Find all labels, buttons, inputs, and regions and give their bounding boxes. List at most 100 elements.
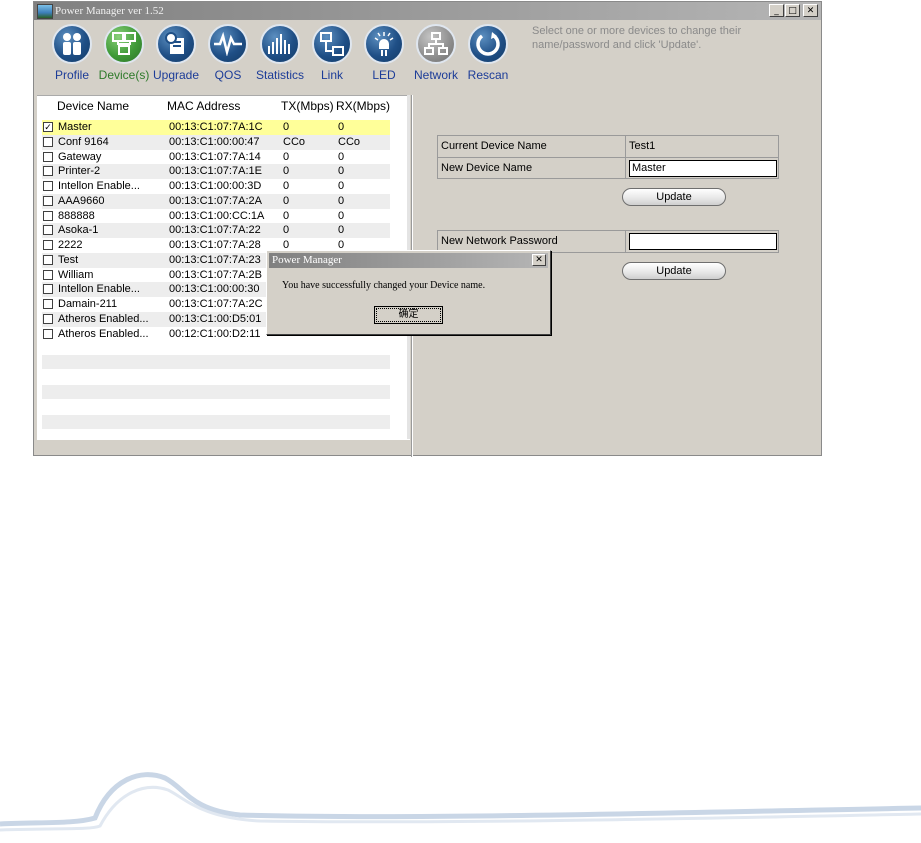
- device-checkbox[interactable]: [43, 328, 53, 339]
- device-checkbox[interactable]: [43, 313, 53, 324]
- device-row[interactable]: Gateway 00:13:C1:07:7A:14 0 0: [42, 150, 390, 165]
- profile-icon: [52, 24, 92, 64]
- device-name-cell: Atheros Enabled...: [58, 312, 149, 325]
- update-device-name-button[interactable]: Update: [622, 188, 726, 206]
- toolbar-label: QOS: [214, 68, 242, 82]
- device-checkbox[interactable]: [43, 151, 53, 162]
- power-manager-window: Power Manager ver 1.52 _ □ ✕ Profile Dev…: [33, 1, 822, 457]
- new-network-password-label: New Network Password: [441, 235, 558, 247]
- device-checkbox[interactable]: [43, 269, 53, 280]
- column-divider: [625, 231, 626, 252]
- mac-address-cell: 00:12:C1:00:D2:11: [169, 327, 261, 340]
- column-divider: [625, 158, 626, 179]
- maximize-button[interactable]: □: [785, 4, 800, 17]
- mac-address-cell: 00:13:C1:00:00:47: [169, 135, 260, 148]
- device-checkbox[interactable]: [43, 181, 53, 191]
- empty-row: [42, 385, 390, 399]
- close-button[interactable]: ✕: [803, 4, 818, 17]
- tx-cell: CCo: [283, 135, 306, 148]
- column-header-mac-address[interactable]: MAC Address: [167, 99, 240, 113]
- network-icon: [416, 24, 456, 64]
- column-header-tx[interactable]: TX(Mbps): [281, 99, 334, 113]
- device-name-cell: William: [58, 268, 94, 281]
- toolbar-led[interactable]: LED: [358, 24, 410, 92]
- device-name-cell: Asoka-1: [58, 224, 99, 237]
- toolbar-label: Statistics: [255, 68, 304, 82]
- toolbar-devices[interactable]: Device(s): [98, 24, 150, 92]
- new-device-name-label: New Device Name: [441, 162, 533, 174]
- device-name-cell: Conf 9164: [58, 135, 109, 148]
- device-row[interactable]: AAA9660 00:13:C1:07:7A:2A 0 0: [42, 193, 390, 209]
- device-row[interactable]: Asoka-1 00:13:C1:07:7A:22 0 0: [42, 223, 390, 238]
- device-checkbox[interactable]: [43, 210, 53, 221]
- device-name-cell: Damain-211: [58, 298, 118, 310]
- current-device-name-label: Current Device Name: [441, 140, 547, 152]
- device-name-cell: 2222: [58, 239, 83, 251]
- toolbar-label: Network: [413, 68, 458, 82]
- rx-cell: 0: [338, 165, 345, 178]
- device-checkbox[interactable]: ✓: [43, 122, 53, 132]
- empty-row: [42, 355, 390, 369]
- update-password-button[interactable]: Update: [622, 262, 726, 280]
- mac-address-cell: 00:13:C1:00:D5:01: [169, 312, 262, 325]
- current-device-name-row: Current Device Name Test1: [438, 136, 778, 157]
- rx-cell: 0: [338, 209, 345, 222]
- device-checkbox[interactable]: [43, 299, 53, 309]
- rx-cell: 0: [338, 121, 345, 133]
- device-row[interactable]: Conf 9164 00:13:C1:00:00:47 CCo CCo: [42, 134, 390, 150]
- mac-address-cell: 00:13:C1:07:7A:1E: [169, 165, 262, 178]
- toolbar: Profile Device(s) Upgrade QOS Statistics: [46, 24, 514, 92]
- toolbar-label: Rescan: [467, 68, 509, 82]
- toolbar-qos[interactable]: QOS: [202, 24, 254, 92]
- device-name-form: Current Device Name Test1 New Device Nam…: [437, 135, 779, 179]
- device-name-cell: Test: [58, 253, 79, 266]
- device-checkbox[interactable]: [43, 195, 53, 206]
- tx-cell: 0: [283, 121, 290, 133]
- dialog-title-bar[interactable]: Power Manager ✕: [269, 253, 548, 268]
- toolbar-network[interactable]: Network: [410, 24, 462, 92]
- rx-cell: 0: [338, 224, 345, 237]
- toolbar-profile[interactable]: Profile: [46, 24, 98, 92]
- device-checkbox[interactable]: [43, 240, 53, 250]
- dialog-title: Power Manager: [272, 254, 342, 266]
- decorative-swoosh-graphic: [0, 772, 921, 832]
- device-checkbox[interactable]: [43, 136, 53, 147]
- device-checkbox[interactable]: [43, 254, 53, 265]
- column-header-device-name[interactable]: Device Name: [57, 99, 129, 113]
- new-device-name-input[interactable]: Master: [629, 160, 777, 177]
- minimize-button[interactable]: _: [769, 4, 784, 17]
- title-bar[interactable]: Power Manager ver 1.52 _ □ ✕: [34, 2, 821, 20]
- device-checkbox[interactable]: [43, 166, 53, 177]
- empty-row: [42, 415, 390, 429]
- toolbar-upgrade[interactable]: Upgrade: [150, 24, 202, 92]
- mac-address-cell: 00:13:C1:07:7A:2B: [169, 268, 262, 281]
- device-row[interactable]: ✓ Master 00:13:C1:07:7A:1C 0 0: [42, 120, 390, 135]
- toolbar-rescan[interactable]: Rescan: [462, 24, 514, 92]
- device-row[interactable]: Printer-2 00:13:C1:07:7A:1E 0 0: [42, 164, 390, 179]
- mac-address-cell: 00:13:C1:07:7A:2A: [169, 194, 262, 207]
- mac-address-cell: 00:13:C1:07:7A:23: [169, 253, 261, 266]
- toolbar-statistics[interactable]: Statistics: [254, 24, 306, 92]
- column-divider: [625, 136, 626, 157]
- toolbar-link[interactable]: Link: [306, 24, 358, 92]
- device-row[interactable]: 888888 00:13:C1:00:CC:1A 0 0: [42, 209, 390, 224]
- column-header-rx[interactable]: RX(Mbps): [336, 99, 390, 113]
- toolbar-label: LED: [372, 68, 396, 82]
- device-name-cell: Atheros Enabled...: [58, 327, 149, 340]
- device-checkbox[interactable]: [43, 284, 53, 295]
- device-name-cell: AAA9660: [58, 194, 105, 207]
- success-dialog: Power Manager ✕ You have successfully ch…: [266, 250, 551, 335]
- tx-cell: 0: [283, 150, 290, 163]
- device-name-cell: Intellon Enable...: [58, 180, 140, 192]
- dialog-ok-button[interactable]: 确定: [374, 306, 443, 324]
- mac-address-cell: 00:13:C1:07:7A:28: [169, 239, 261, 251]
- new-device-name-row: New Device Name Master: [438, 157, 778, 179]
- mac-address-cell: 00:13:C1:00:00:30: [169, 283, 260, 296]
- new-network-password-input[interactable]: [629, 233, 777, 250]
- device-row[interactable]: Intellon Enable... 00:13:C1:00:00:3D 0 0: [42, 179, 390, 194]
- tx-cell: 0: [283, 194, 290, 207]
- dialog-close-button[interactable]: ✕: [532, 254, 546, 266]
- mac-address-cell: 00:13:C1:07:7A:14: [169, 150, 261, 163]
- device-checkbox[interactable]: [43, 225, 53, 236]
- device-name-cell: 888888: [58, 209, 95, 222]
